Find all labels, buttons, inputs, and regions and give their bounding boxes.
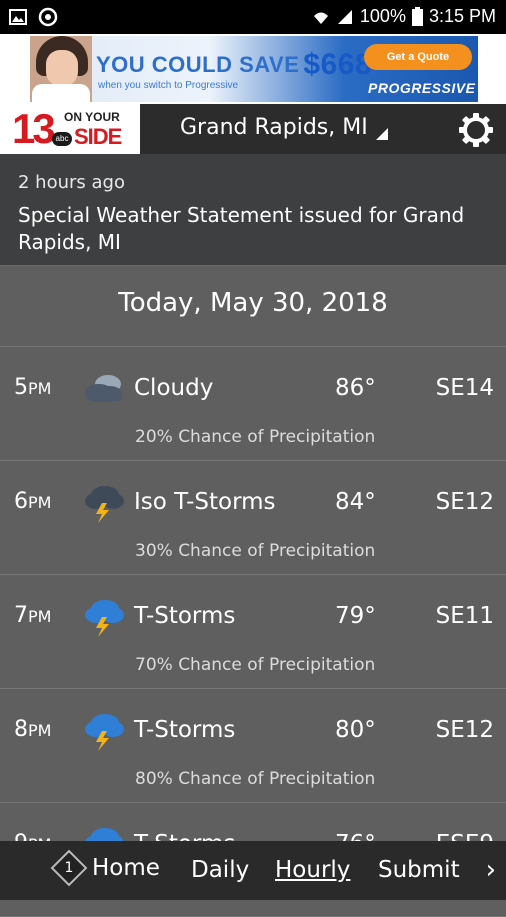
home-badge-icon: 1 bbox=[50, 849, 88, 887]
ad-headline: YOU COULD SAVE $668 bbox=[96, 48, 373, 81]
forecast-date: Today, May 30, 2018 bbox=[118, 288, 388, 318]
wifi-icon bbox=[313, 12, 328, 24]
condition: Iso T-Storms bbox=[134, 489, 276, 515]
sync-notification-icon bbox=[38, 7, 58, 27]
condition: Cloudy bbox=[134, 375, 214, 401]
precipitation-chance: 20% Chance of Precipitation bbox=[135, 427, 376, 447]
ad-banner[interactable]: YOU COULD SAVE $668 when you switch to Pr… bbox=[0, 34, 506, 104]
location-label: Grand Rapids, MI bbox=[180, 114, 368, 140]
status-bar: 100% 3:15 PM bbox=[0, 0, 506, 34]
alert-message: Special Weather Statement issued for Gra… bbox=[18, 203, 465, 254]
ad-creative[interactable]: YOU COULD SAVE $668 when you switch to Pr… bbox=[30, 36, 478, 102]
temperature: 84° bbox=[335, 489, 376, 515]
image-notification-icon bbox=[9, 9, 27, 25]
nav-more-chevron-icon[interactable]: › bbox=[486, 855, 496, 885]
hour-label: 6PM bbox=[14, 489, 52, 514]
wind: SE11 bbox=[435, 603, 494, 629]
wind: SE12 bbox=[435, 717, 494, 743]
iso-tstorms-icon bbox=[85, 486, 124, 523]
hour-label: 5PM bbox=[14, 375, 52, 400]
precipitation-chance: 80% Chance of Precipitation bbox=[135, 769, 376, 789]
precipitation-chance: 70% Chance of Precipitation bbox=[135, 655, 376, 675]
tstorms-icon bbox=[85, 714, 124, 751]
nav-home[interactable]: 1 Home bbox=[50, 849, 160, 887]
precipitation-chance: 30% Chance of Precipitation bbox=[135, 541, 376, 561]
ad-get-quote-button[interactable]: Get a Quote bbox=[364, 44, 472, 70]
forecast-date-header: Today, May 30, 2018 bbox=[0, 266, 506, 347]
clock: 3:15 PM bbox=[428, 6, 496, 26]
signal-icon bbox=[337, 9, 352, 24]
weather-alert[interactable]: 2 hours ago Special Weather Statement is… bbox=[0, 154, 506, 266]
condition: T-Storms bbox=[134, 603, 236, 629]
hourly-row[interactable]: 6PM Iso T-Storms 84° SE12 30% Chance of … bbox=[0, 461, 506, 575]
cloudy-icon bbox=[85, 375, 122, 402]
alert-time: 2 hours ago bbox=[18, 172, 125, 193]
hourly-row[interactable]: 7PM T-Storms 79° SE11 70% Chance of Prec… bbox=[0, 575, 506, 689]
hourly-row[interactable]: 8PM T-Storms 80° SE12 80% Chance of Prec… bbox=[0, 689, 506, 803]
temperature: 86° bbox=[335, 375, 376, 401]
nav-daily[interactable]: Daily bbox=[191, 857, 249, 883]
settings-gear-icon[interactable] bbox=[458, 112, 494, 148]
hour-label: 8PM bbox=[14, 717, 52, 742]
ad-subline: when you switch to Progressive bbox=[98, 80, 239, 91]
ad-spokesperson-image bbox=[30, 36, 92, 102]
app-header: 13 abc ON YOUR SIDE Grand Rapids, MI bbox=[0, 104, 506, 154]
battery-level: 100% bbox=[359, 6, 406, 26]
temperature: 80° bbox=[335, 717, 376, 743]
nav-hourly[interactable]: Hourly bbox=[275, 857, 350, 883]
location-selector[interactable]: Grand Rapids, MI bbox=[180, 114, 388, 140]
hour-label: 7PM bbox=[14, 603, 52, 628]
battery-icon bbox=[411, 7, 423, 26]
wind: SE12 bbox=[435, 489, 494, 515]
tstorms-icon bbox=[85, 600, 124, 637]
nav-submit[interactable]: Submit bbox=[378, 857, 460, 883]
condition: T-Storms bbox=[134, 717, 236, 743]
hourly-row[interactable]: 5PM Cloudy 86° SE14 20% Chance of Precip… bbox=[0, 347, 506, 461]
temperature: 79° bbox=[335, 603, 376, 629]
ad-brand-logo: PROGRESSIVE bbox=[368, 80, 476, 96]
nav-home-label: Home bbox=[92, 855, 160, 881]
wind: SE14 bbox=[435, 375, 494, 401]
dropdown-caret-icon bbox=[375, 128, 388, 140]
ad-amount: $668 bbox=[303, 48, 373, 81]
bottom-nav: 1 Home Daily Hourly Submit › bbox=[0, 841, 506, 900]
station-logo: 13 abc ON YOUR SIDE bbox=[0, 104, 140, 154]
